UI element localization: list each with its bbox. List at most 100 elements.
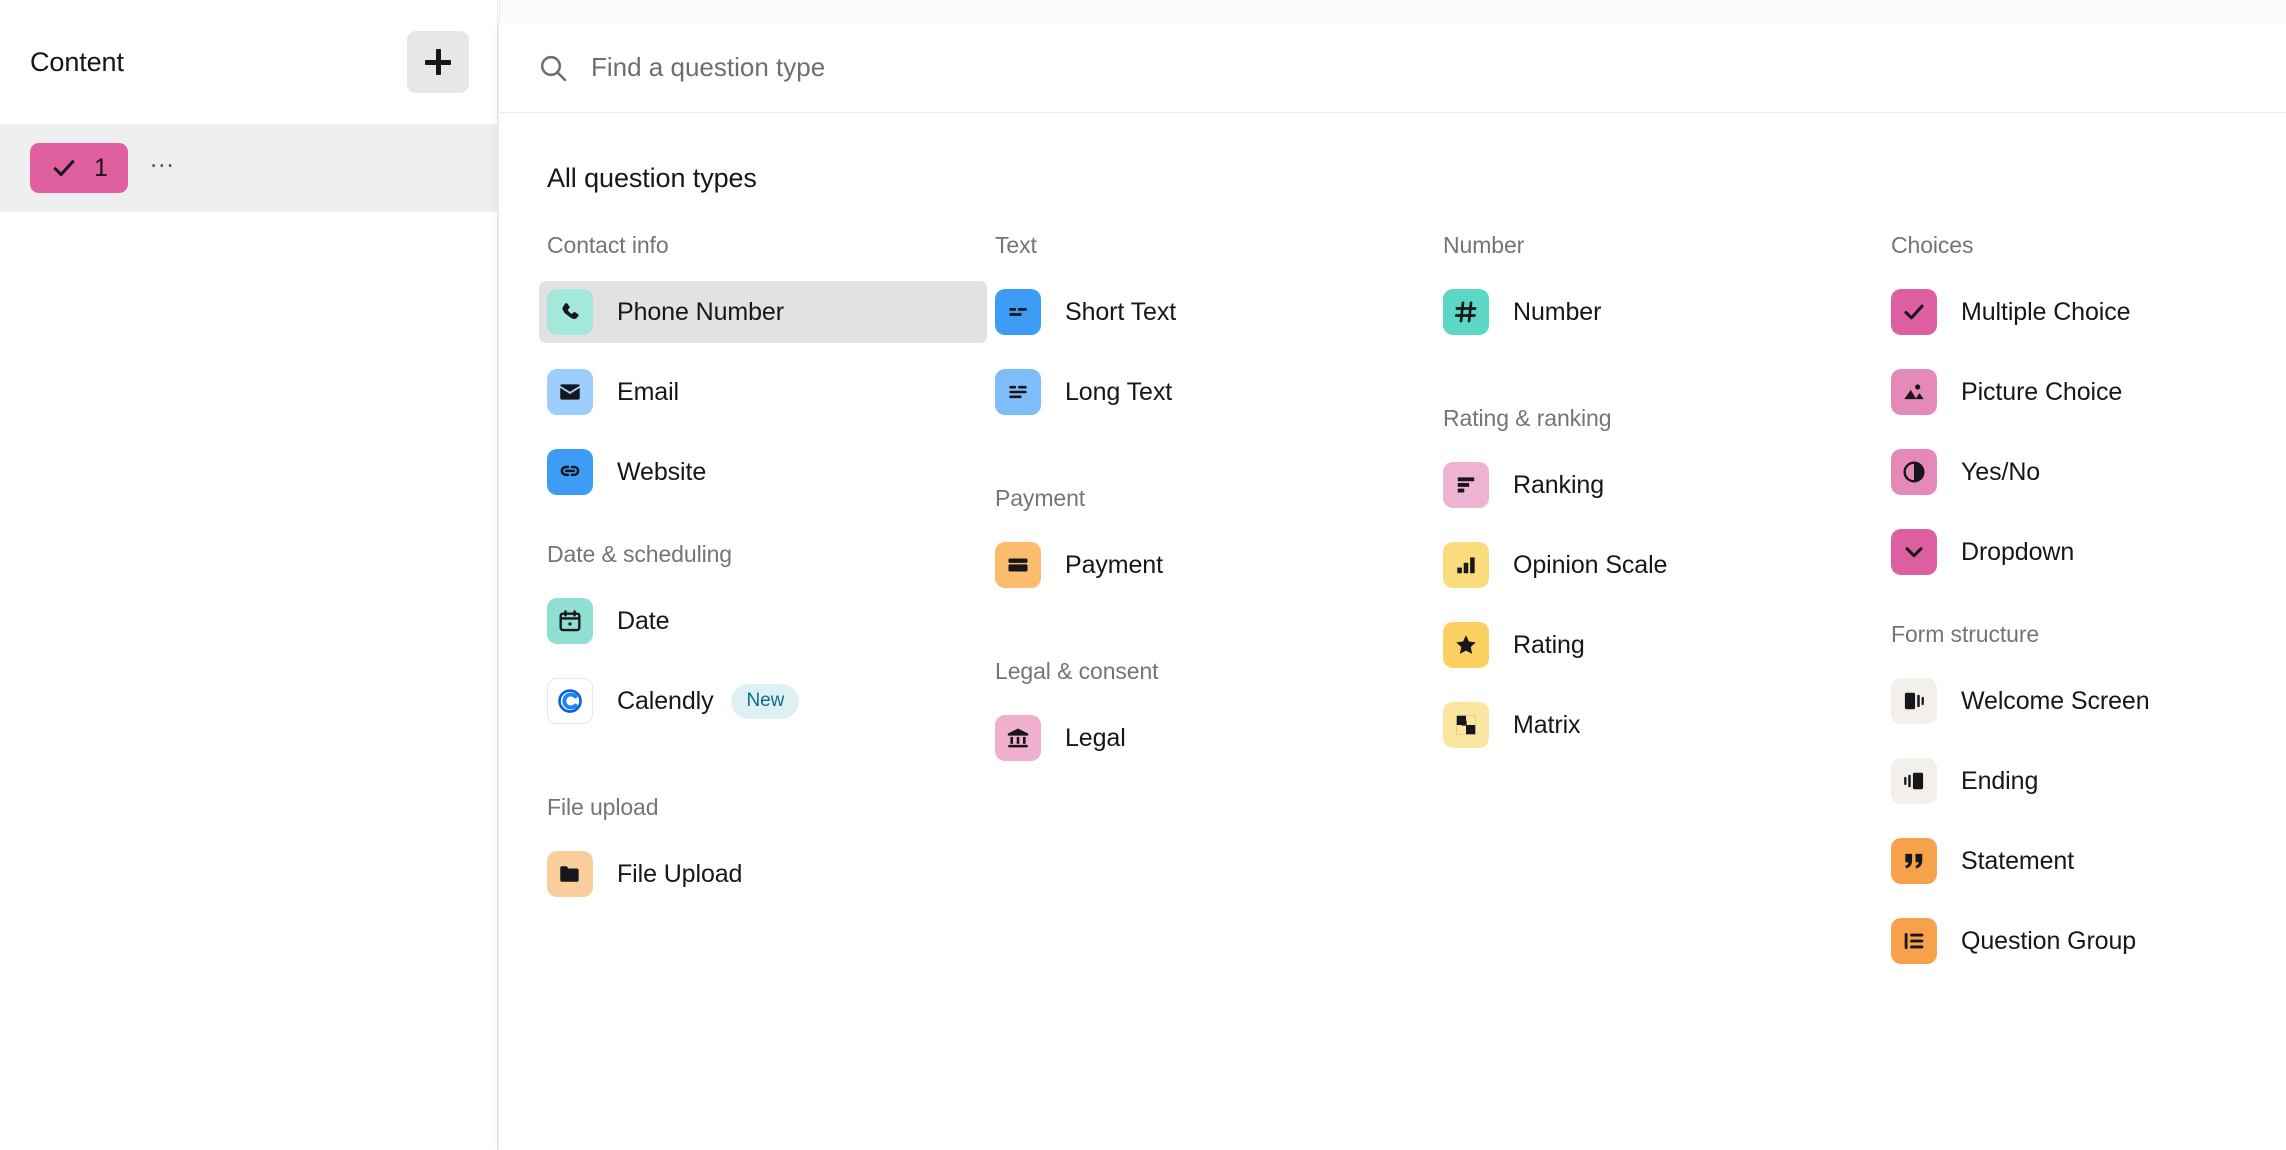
search-input[interactable] bbox=[591, 52, 1291, 83]
question-type-label: Long Text bbox=[1065, 377, 1173, 406]
page-title: Content bbox=[30, 46, 124, 77]
half-circle-icon bbox=[1891, 449, 1937, 495]
panel-body: All question types Contact info Phone Num… bbox=[499, 113, 2286, 1010]
group-title: Contact info bbox=[547, 232, 669, 258]
question-type-item-question-group[interactable]: Question Group bbox=[1883, 910, 2286, 972]
question-type-item-yes-no[interactable]: Yes/No bbox=[1883, 441, 2286, 503]
question-type-item-ending[interactable]: Ending bbox=[1883, 750, 2286, 812]
calendar-icon bbox=[547, 598, 593, 644]
group-title: Payment bbox=[995, 485, 1086, 511]
question-type-label: Short Text bbox=[1065, 297, 1177, 326]
question-type-item-dropdown[interactable]: Dropdown bbox=[1883, 521, 2286, 583]
question-type-label: File Upload bbox=[617, 859, 743, 888]
sidebar-header: Content bbox=[0, 0, 497, 124]
ending-icon bbox=[1891, 758, 1937, 804]
matrix-icon bbox=[1443, 702, 1489, 748]
question-type-label: Statement bbox=[1961, 846, 2075, 875]
welcome-screen-icon bbox=[1891, 678, 1937, 724]
question-group-file-upload: File upload File Upload bbox=[539, 794, 987, 905]
question-type-column-4: Choices Multiple Choice Picture Choice Yes/… bbox=[1883, 232, 2286, 1010]
envelope-icon bbox=[547, 369, 593, 415]
question-type-item-number[interactable]: Number bbox=[1435, 281, 1883, 343]
question-type-label: Calendly bbox=[617, 686, 714, 715]
credit-card-icon bbox=[995, 542, 1041, 588]
question-group-form-structure: Form structure Welcome Screen Ending Statem… bbox=[1883, 621, 2286, 972]
question-group-text: Text Short Text Long Text bbox=[987, 232, 1435, 423]
question-type-label: Opinion Scale bbox=[1513, 550, 1668, 579]
question-type-item-welcome-screen[interactable]: Welcome Screen bbox=[1883, 670, 2286, 732]
question-type-item-matrix[interactable]: Matrix bbox=[1435, 694, 1883, 756]
chevron-down-icon bbox=[1891, 529, 1937, 575]
question-type-item-payment[interactable]: Payment bbox=[987, 534, 1435, 596]
question-group-icon bbox=[1891, 918, 1937, 964]
question-type-item-multiple-choice[interactable]: Multiple Choice bbox=[1883, 281, 2286, 343]
question-type-label: Rating bbox=[1513, 630, 1585, 659]
panel-heading: All question types bbox=[547, 163, 757, 193]
question-type-item-opinion-scale[interactable]: Opinion Scale bbox=[1435, 534, 1883, 596]
group-title: Legal & consent bbox=[995, 658, 1159, 684]
search-icon bbox=[537, 52, 569, 84]
link-icon bbox=[547, 449, 593, 495]
question-type-label: Date bbox=[617, 606, 670, 635]
question-group-payment: Payment Payment bbox=[987, 485, 1435, 596]
question-status-badge: 1 bbox=[30, 143, 128, 193]
question-type-item-legal[interactable]: Legal bbox=[987, 707, 1435, 769]
question-type-label: Picture Choice bbox=[1961, 377, 2123, 406]
question-group-contact-info: Contact info Phone Number Email Website bbox=[539, 232, 987, 503]
question-type-item-statement[interactable]: Statement bbox=[1883, 830, 2286, 892]
content-sidebar: Content 1 ... bbox=[0, 0, 498, 1150]
question-type-item-file-upload[interactable]: File Upload bbox=[539, 843, 987, 905]
question-type-label: Welcome Screen bbox=[1961, 686, 2150, 715]
question-group-number: Number Number bbox=[1435, 232, 1883, 343]
question-type-dropdown-panel: All question types Contact info Phone Num… bbox=[498, 1, 2286, 1150]
star-icon bbox=[1443, 622, 1489, 668]
panel-top-strip bbox=[499, 1, 2286, 23]
question-type-label: Website bbox=[617, 457, 707, 486]
question-more-options-button[interactable]: ... bbox=[150, 145, 175, 183]
question-type-label: Email bbox=[617, 377, 680, 406]
quote-icon bbox=[1891, 838, 1937, 884]
question-type-item-ranking[interactable]: Ranking bbox=[1435, 454, 1883, 516]
question-type-label: Phone Number bbox=[617, 297, 784, 326]
hash-icon bbox=[1443, 289, 1489, 335]
question-group-choices: Choices Multiple Choice Picture Choice Yes/… bbox=[1883, 232, 2286, 583]
question-type-item-email[interactable]: Email bbox=[539, 361, 987, 423]
question-number: 1 bbox=[94, 153, 108, 182]
group-title: Number bbox=[1443, 232, 1525, 258]
question-type-column-3: Number Number Rating & ranking Ranking Opini… bbox=[1435, 232, 1883, 1010]
question-type-item-picture-choice[interactable]: Picture Choice bbox=[1883, 361, 2286, 423]
question-group-rating-ranking: Rating & ranking Ranking Opinion Scale Rati… bbox=[1435, 405, 1883, 756]
question-type-item-date[interactable]: Date bbox=[539, 590, 987, 652]
question-type-columns: Contact info Phone Number Email Website Date… bbox=[539, 232, 2246, 1010]
short-text-icon bbox=[995, 289, 1041, 335]
question-type-label: Number bbox=[1513, 297, 1602, 326]
question-type-column-2: Text Short Text Long Text Payment Payment Leg… bbox=[987, 232, 1435, 1010]
question-type-label: Ranking bbox=[1513, 470, 1605, 499]
question-type-label: Dropdown bbox=[1961, 537, 2075, 566]
question-type-label: Yes/No bbox=[1961, 457, 2041, 486]
question-type-item-calendly[interactable]: Calendly New bbox=[539, 670, 987, 732]
group-title: File upload bbox=[547, 794, 659, 820]
question-type-item-long-text[interactable]: Long Text bbox=[987, 361, 1435, 423]
question-type-item-website[interactable]: Website bbox=[539, 441, 987, 503]
sidebar-question-item-1[interactable]: 1 ... bbox=[0, 124, 497, 212]
question-group-legal-consent: Legal & consent Legal bbox=[987, 658, 1435, 769]
group-title: Text bbox=[995, 232, 1037, 258]
question-type-label: Ending bbox=[1961, 766, 2039, 795]
question-type-label: Multiple Choice bbox=[1961, 297, 2131, 326]
bar-chart-icon bbox=[1443, 542, 1489, 588]
bank-icon bbox=[995, 715, 1041, 761]
question-type-label: Legal bbox=[1065, 723, 1126, 752]
folder-icon bbox=[547, 851, 593, 897]
question-type-item-rating[interactable]: Rating bbox=[1435, 614, 1883, 676]
plus-icon bbox=[425, 49, 451, 75]
group-title: Date & scheduling bbox=[547, 541, 732, 567]
question-type-search-bar[interactable] bbox=[499, 23, 2286, 113]
question-type-item-short-text[interactable]: Short Text bbox=[987, 281, 1435, 343]
question-type-item-phone-number[interactable]: Phone Number bbox=[539, 281, 987, 343]
question-type-label: Payment bbox=[1065, 550, 1163, 579]
question-type-label: Matrix bbox=[1513, 710, 1581, 739]
add-question-button[interactable] bbox=[407, 31, 469, 93]
check-icon bbox=[50, 154, 78, 182]
image-icon bbox=[1891, 369, 1937, 415]
